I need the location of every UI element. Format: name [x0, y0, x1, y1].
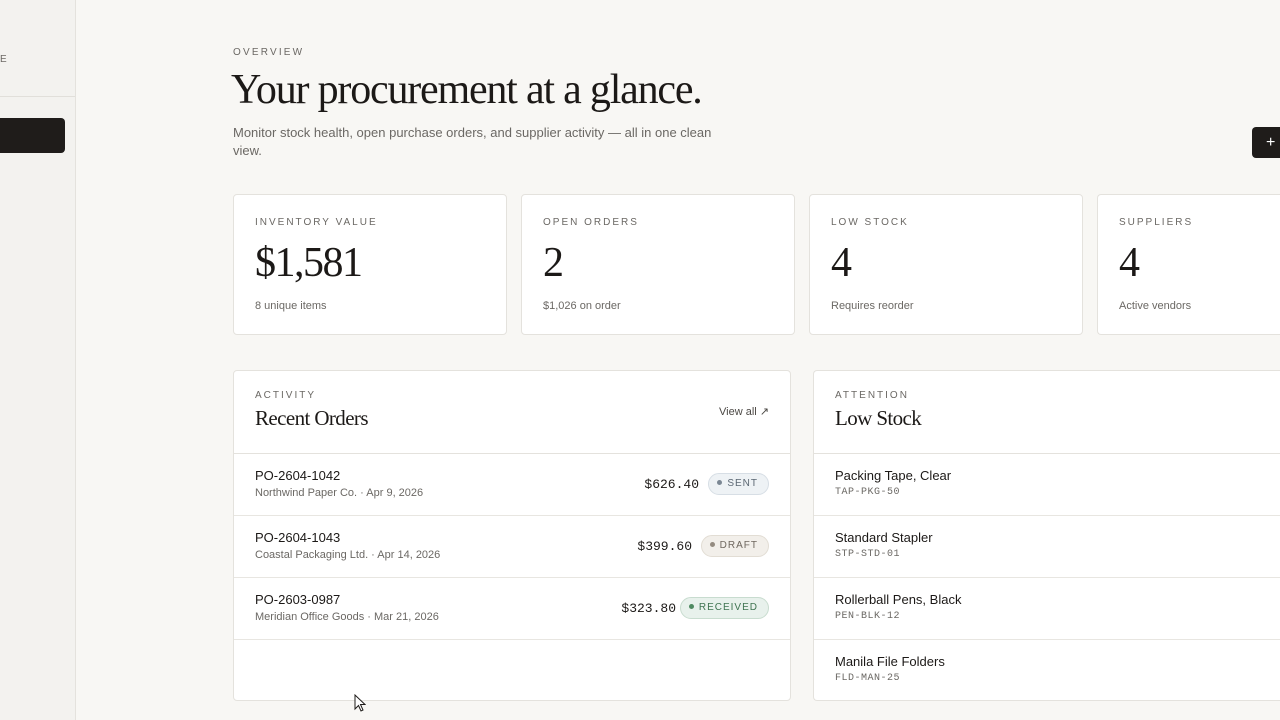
stat-card-inventory-value: INVENTORY VALUE $1,581 8 unique items	[233, 194, 507, 335]
add-button[interactable]: +	[1252, 127, 1280, 158]
status-text: RECEIVED	[698, 602, 758, 613]
stat-label: OPEN ORDERS	[543, 217, 639, 228]
stat-card-low-stock: LOW STOCK 4 Requires reorder	[809, 194, 1083, 335]
main-content: OVERVIEW Your procurement at a glance. M…	[76, 0, 1280, 720]
page-subtitle: Monitor stock health, open purchase orde…	[233, 125, 712, 158]
stat-subtext: Requires reorder	[831, 300, 914, 312]
status-badge: DRAFT	[700, 535, 769, 557]
order-amount: $323.80	[621, 601, 676, 616]
stat-subtext: 8 unique items	[255, 300, 327, 312]
item-sku: PEN-BLK-12	[835, 611, 901, 622]
panel-eyebrow: ACTIVITY	[255, 390, 317, 401]
panel-header: ACTIVITY Recent Orders View all ↗	[234, 371, 790, 454]
panel-title: Low Stock	[835, 406, 922, 430]
status-text: DRAFT	[719, 540, 758, 551]
order-row[interactable]: PO-2603-0987 Meridian Office Goods · Mar…	[234, 578, 790, 640]
item-sku: STP-STD-01	[835, 549, 901, 560]
panel-eyebrow: ATTENTION	[835, 390, 909, 401]
order-row[interactable]: PO-2604-1042 Northwind Paper Co. · Apr 9…	[234, 454, 790, 516]
status-badge: RECEIVED	[679, 597, 769, 619]
item-name: Manila File Folders	[835, 654, 945, 669]
page-title: Your procurement at a glance.	[231, 67, 703, 113]
mouse-cursor-icon	[354, 694, 366, 712]
sidebar-section-label: E	[0, 54, 9, 65]
status-badge: SENT	[708, 473, 769, 495]
stat-subtext: Active vendors	[1119, 300, 1192, 312]
sidebar-divider	[0, 96, 75, 97]
status-dot-icon	[717, 480, 723, 485]
order-amount: $399.60	[637, 539, 692, 554]
panel-title: Recent Orders	[255, 406, 369, 430]
item-name: Rollerball Pens, Black	[835, 592, 962, 607]
item-name: Packing Tape, Clear	[835, 468, 952, 483]
item-sku: TAP-PKG-50	[835, 487, 901, 498]
view-all-link[interactable]: View all ↗	[719, 405, 769, 418]
stat-subtext: $1,026 on order	[543, 300, 621, 312]
low-stock-row[interactable]: Standard Stapler STP-STD-01	[814, 516, 1280, 578]
stat-card-open-orders: OPEN ORDERS 2 $1,026 on order	[521, 194, 795, 335]
low-stock-row[interactable]: Rollerball Pens, Black PEN-BLK-12	[814, 578, 1280, 640]
status-dot-icon	[688, 604, 694, 609]
item-sku: FLD-MAN-25	[835, 673, 901, 684]
stat-card-suppliers: SUPPLIERS 4 Active vendors	[1097, 194, 1280, 335]
stat-value: 4	[1119, 240, 1140, 286]
stat-label: INVENTORY VALUE	[255, 217, 378, 228]
stat-label: SUPPLIERS	[1119, 217, 1194, 228]
order-row[interactable]: PO-2604-1043 Coastal Packaging Ltd. · Ap…	[234, 516, 790, 578]
low-stock-row[interactable]: Packing Tape, Clear TAP-PKG-50	[814, 454, 1280, 516]
stat-value: 2	[543, 240, 564, 286]
low-stock-panel: ATTENTION Low Stock Packing Tape, Clear …	[813, 370, 1280, 701]
status-text: SENT	[727, 478, 758, 489]
status-dot-icon	[709, 542, 715, 547]
order-amount: $626.40	[644, 477, 699, 492]
stat-value: 4	[831, 240, 852, 286]
panel-header: ATTENTION Low Stock	[814, 371, 1280, 454]
low-stock-row[interactable]: Manila File Folders FLD-MAN-25	[814, 640, 1280, 700]
stat-value: $1,581	[255, 240, 363, 286]
sidebar-primary-button[interactable]	[0, 118, 65, 153]
recent-orders-panel: ACTIVITY Recent Orders View all ↗ PO-260…	[233, 370, 791, 701]
item-name: Standard Stapler	[835, 530, 933, 545]
stat-label: LOW STOCK	[831, 217, 909, 228]
sidebar: E	[0, 0, 76, 720]
overview-eyebrow: OVERVIEW	[233, 47, 305, 58]
